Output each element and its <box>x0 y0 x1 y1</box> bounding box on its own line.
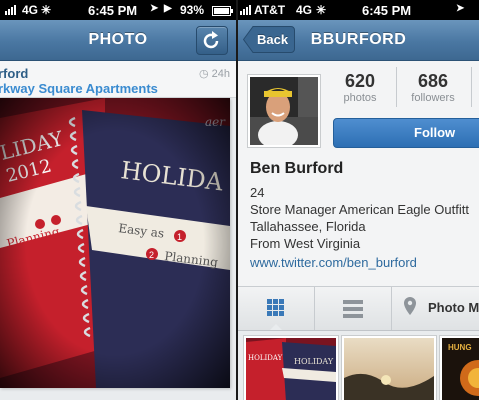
bio-website-link[interactable]: www.twitter.com/ben_burford <box>250 255 417 270</box>
bio-age: 24 <box>250 185 265 200</box>
post-timestamp: ◷ 24h <box>198 68 230 80</box>
status-bar: AT&T 4G ✳ 6:45 PM ➤ <box>238 0 479 20</box>
nav-bar: Back BBURFORD <box>238 20 479 61</box>
nav-title: BBURFORD <box>310 31 407 48</box>
battery-percent: 93% <box>180 3 205 17</box>
refresh-icon <box>203 31 219 49</box>
post-username[interactable]: rford <box>0 66 28 81</box>
bio-origin: From West Virginia <box>250 236 361 251</box>
activity-icon: ✳ <box>316 3 327 17</box>
post-photo[interactable]: LIDAY 2012 Planning HOLIDA aer Easy as 1… <box>0 98 230 388</box>
network-type: 4G <box>22 3 39 17</box>
svg-text:HOLIDAY: HOLIDAY <box>294 357 334 366</box>
refresh-button[interactable] <box>196 26 228 55</box>
followers-count[interactable]: 686 followers <box>403 71 463 104</box>
bio-job: Store Manager American Eagle Outfitt <box>250 202 469 217</box>
battery-icon <box>212 5 234 19</box>
photo-thumbnail[interactable]: HOLIDAY HOLIDAY <box>244 336 338 400</box>
svg-text:HUNG: HUNG <box>448 343 472 352</box>
profile-header: 620 photos 686 followers Follow Ben Burf… <box>238 61 479 286</box>
signal-icon <box>5 3 17 18</box>
clock-icon: ◷ <box>198 68 209 80</box>
network-type: 4G <box>296 3 313 17</box>
post-header: rford rkway Square Apartments ◷ 24h <box>0 61 236 98</box>
clock: 6:45 PM <box>362 3 412 18</box>
bio-city: Tallahassee, Florida <box>250 219 366 234</box>
profile-name: Ben Burford <box>250 160 344 177</box>
svg-text:HOLIDAY: HOLIDAY <box>248 354 283 362</box>
view-tab-bar: Photo M <box>238 286 479 331</box>
photo-screen: 4G ✳ 6:45 PM ➤ ▶ 93% PHOTO rford rkway S… <box>0 0 236 400</box>
post-location[interactable]: rkway Square Apartments <box>0 81 158 96</box>
profile-screen: AT&T 4G ✳ 6:45 PM ➤ Back BBURFORD 620 ph… <box>238 0 479 400</box>
location-arrow-icon: ➤ <box>456 3 465 14</box>
activity-icon: ✳ <box>41 3 52 17</box>
avatar[interactable] <box>248 75 320 147</box>
clock: 6:45 PM <box>88 3 138 18</box>
grid-icon <box>267 299 284 330</box>
stat-divider <box>471 67 472 107</box>
photos-count[interactable]: 620 photos <box>330 71 390 104</box>
location-arrow-icon: ➤ <box>150 3 159 14</box>
follow-button[interactable]: Follow <box>333 118 479 148</box>
tab-photo-map[interactable]: Photo M <box>392 287 479 330</box>
planner-photo: LIDAY 2012 Planning HOLIDA aer Easy as 1… <box>0 98 230 388</box>
photo-map-label: Photo M <box>428 300 479 315</box>
stat-divider <box>396 67 397 107</box>
map-pin-icon <box>404 297 416 315</box>
signal-icon <box>240 3 252 18</box>
nav-bar: PHOTO <box>0 20 236 61</box>
list-icon <box>343 300 363 318</box>
status-bar: 4G ✳ 6:45 PM ➤ ▶ 93% <box>0 0 236 20</box>
carrier-name: AT&T <box>254 3 286 17</box>
play-icon: ▶ <box>164 3 172 14</box>
photo-thumbnail[interactable]: HUNG <box>440 336 479 400</box>
photo-thumbnail[interactable] <box>342 336 436 400</box>
tab-list-view[interactable] <box>315 287 391 330</box>
tab-grid-view[interactable] <box>238 287 314 330</box>
